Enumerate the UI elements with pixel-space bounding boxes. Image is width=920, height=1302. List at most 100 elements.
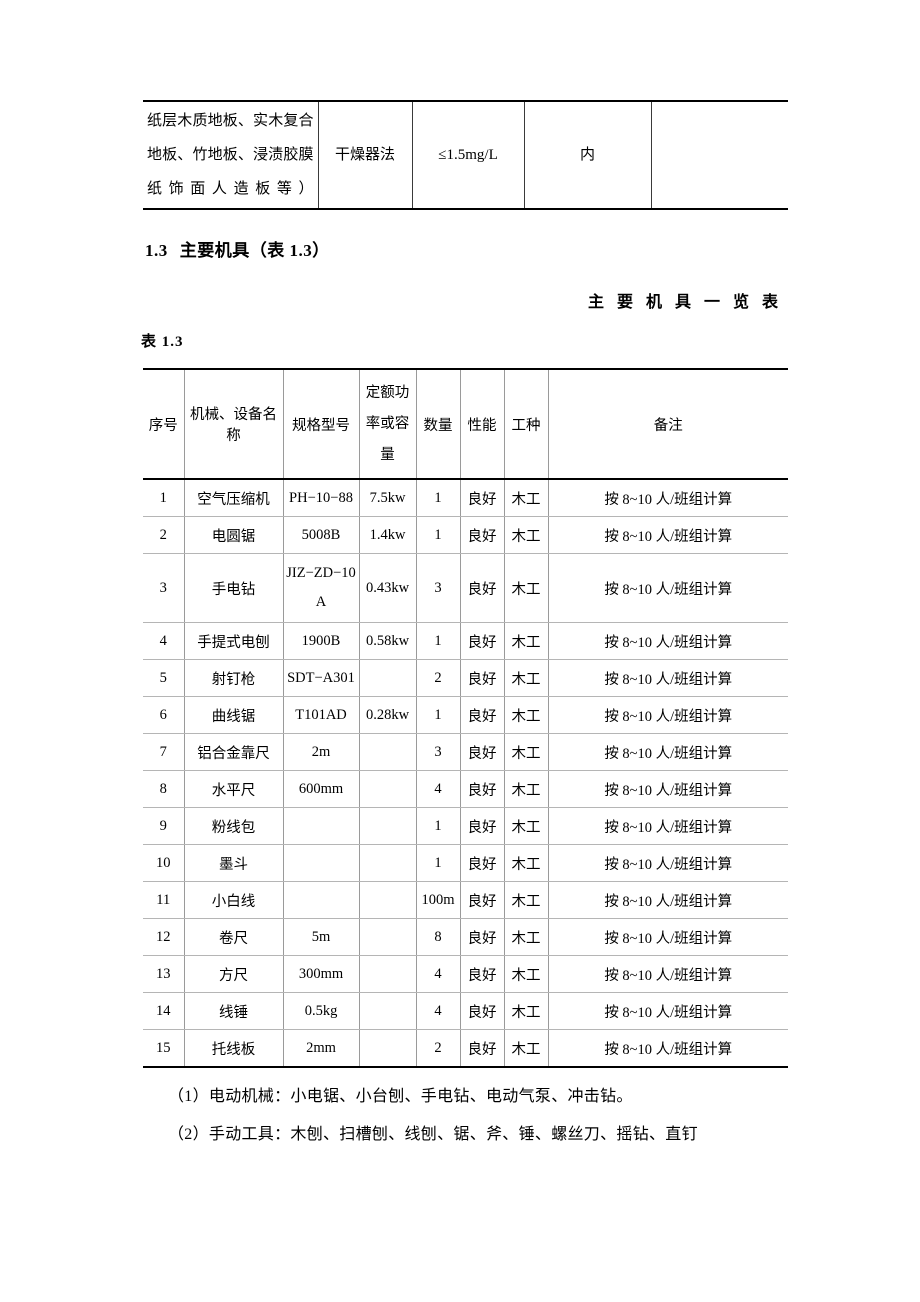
cell-power	[358, 1029, 417, 1068]
cell-no: 8	[143, 770, 185, 808]
header-power-line-1: 定额功	[365, 384, 410, 401]
cell-condition: 良好	[459, 696, 505, 734]
cell-quantity: 100m	[415, 881, 461, 919]
cell-remark: 按 8~10 人/班组计算	[547, 992, 788, 1030]
cell-test-method: 干燥器法	[317, 100, 413, 210]
table-row: 15 托线板 2mm 2 良好 木工 按 8~10 人/班组计算	[143, 1029, 788, 1068]
cell-trade: 木工	[503, 992, 549, 1030]
cell-quantity: 2	[415, 1029, 461, 1068]
table-row: 13 方尺 300mm 4 良好 木工 按 8~10 人/班组计算	[143, 955, 788, 993]
cell-equipment-name: 空气压缩机	[183, 478, 284, 517]
cell-remark: 按 8~10 人/班组计算	[547, 622, 788, 660]
cell-condition: 良好	[459, 622, 505, 660]
cell-power	[358, 992, 417, 1030]
cell-equipment-name: 托线板	[183, 1029, 284, 1068]
cell-model: 300mm	[282, 955, 360, 993]
cell-no: 9	[143, 807, 185, 845]
table-header-row: 序号 机械、设备名称 规格型号 定额功 率或容 量 数量 性能 工种 备注	[143, 368, 788, 480]
cell-remark: 按 8~10 人/班组计算	[547, 918, 788, 956]
cell-no: 2	[143, 516, 185, 554]
cell-condition: 良好	[459, 733, 505, 771]
table-row: 14 线锤 0.5kg 4 良好 木工 按 8~10 人/班组计算	[143, 992, 788, 1030]
cell-power	[358, 770, 417, 808]
cell-power	[358, 807, 417, 845]
header-remark: 备注	[547, 368, 788, 480]
cell-trade: 木工	[503, 478, 549, 517]
cell-quantity: 1	[415, 622, 461, 660]
header-equipment-name: 机械、设备名称	[183, 368, 284, 480]
table-row: 3 手电钻 JIZ−ZD−10 A 0.43kw 3 良好 木工 按 8~10 …	[143, 553, 788, 623]
section-number: 1.3	[145, 241, 168, 260]
cell-remark: 按 8~10 人/班组计算	[547, 696, 788, 734]
cell-model: 2m	[282, 733, 360, 771]
document-page: 纸层木质地板、实木复合地板、竹地板、浸渍胶膜纸饰面人造板等） 干燥器法 ≤1.5…	[0, 0, 920, 1302]
cell-equipment-name: 粉线包	[183, 807, 284, 845]
cell-remark: 按 8~10 人/班组计算	[547, 553, 788, 623]
cell-power	[358, 844, 417, 882]
cell-power: 0.58kw	[358, 622, 417, 660]
cell-model: 0.5kg	[282, 992, 360, 1030]
cell-limit-value: ≤1.5mg/L	[411, 100, 525, 210]
cell-trade: 木工	[503, 733, 549, 771]
cell-condition: 良好	[459, 659, 505, 697]
cell-model: 600mm	[282, 770, 360, 808]
cell-remark	[650, 100, 788, 210]
cell-trade: 木工	[503, 844, 549, 882]
cell-quantity: 1	[415, 844, 461, 882]
cell-model: 5008B	[282, 516, 360, 554]
header-power-line-2: 率或容	[365, 415, 410, 432]
table-row: 5 射钉枪 SDT−A301 2 良好 木工 按 8~10 人/班组计算	[143, 659, 788, 697]
cell-remark: 按 8~10 人/班组计算	[547, 733, 788, 771]
cell-condition: 良好	[459, 478, 505, 517]
cell-no: 11	[143, 881, 185, 919]
cell-power	[358, 881, 417, 919]
cell-power: 0.28kw	[358, 696, 417, 734]
cell-quantity: 3	[415, 553, 461, 623]
cell-no: 12	[143, 918, 185, 956]
cell-remark: 按 8~10 人/班组计算	[547, 844, 788, 882]
cell-remark: 按 8~10 人/班组计算	[547, 881, 788, 919]
cell-no: 10	[143, 844, 185, 882]
header-power-line-3: 量	[380, 446, 395, 463]
cell-equipment-name: 小白线	[183, 881, 284, 919]
cell-model	[282, 881, 360, 919]
table-row: 4 手提式电刨 1900B 0.58kw 1 良好 木工 按 8~10 人/班组…	[143, 622, 788, 660]
cell-condition: 良好	[459, 918, 505, 956]
formaldehyde-limits-table: 纸层木质地板、实木复合地板、竹地板、浸渍胶膜纸饰面人造板等） 干燥器法 ≤1.5…	[143, 100, 788, 210]
cell-equipment-name: 曲线锯	[183, 696, 284, 734]
cell-no: 14	[143, 992, 185, 1030]
cell-no: 13	[143, 955, 185, 993]
header-trade: 工种	[503, 368, 549, 480]
cell-condition: 良好	[459, 807, 505, 845]
cell-model: PH−10−88	[282, 478, 360, 517]
cell-trade: 木工	[503, 622, 549, 660]
cell-quantity: 4	[415, 992, 461, 1030]
cell-model: 2mm	[282, 1029, 360, 1068]
cell-quantity: 1	[415, 516, 461, 554]
section-heading: 1.3 主要机具（表 1.3）	[145, 236, 330, 261]
main-equipment-table: 序号 机械、设备名称 规格型号 定额功 率或容 量 数量 性能 工种 备注 1 …	[143, 368, 788, 1068]
cell-equipment-name: 线锤	[183, 992, 284, 1030]
cell-no: 4	[143, 622, 185, 660]
cell-trade: 木工	[503, 807, 549, 845]
cell-equipment-name: 墨斗	[183, 844, 284, 882]
cell-model: 5m	[282, 918, 360, 956]
cell-quantity: 1	[415, 807, 461, 845]
table-body: 序号 机械、设备名称 规格型号 定额功 率或容 量 数量 性能 工种 备注 1 …	[143, 368, 788, 1068]
cell-equipment-name: 手提式电刨	[183, 622, 284, 660]
header-model: 规格型号	[282, 368, 360, 480]
cell-trade: 木工	[503, 696, 549, 734]
cell-equipment-name: 方尺	[183, 955, 284, 993]
cell-equipment-name: 水平尺	[183, 770, 284, 808]
cell-trade: 木工	[503, 516, 549, 554]
cell-equipment-name: 卷尺	[183, 918, 284, 956]
cell-remark: 按 8~10 人/班组计算	[547, 955, 788, 993]
cell-quantity: 3	[415, 733, 461, 771]
cell-trade: 木工	[503, 553, 549, 623]
table-row: 2 电圆锯 5008B 1.4kw 1 良好 木工 按 8~10 人/班组计算	[143, 516, 788, 554]
table-row: 10 墨斗 1 良好 木工 按 8~10 人/班组计算	[143, 844, 788, 882]
cell-condition: 良好	[459, 770, 505, 808]
cell-quantity: 8	[415, 918, 461, 956]
cell-no: 6	[143, 696, 185, 734]
cell-quantity: 4	[415, 770, 461, 808]
